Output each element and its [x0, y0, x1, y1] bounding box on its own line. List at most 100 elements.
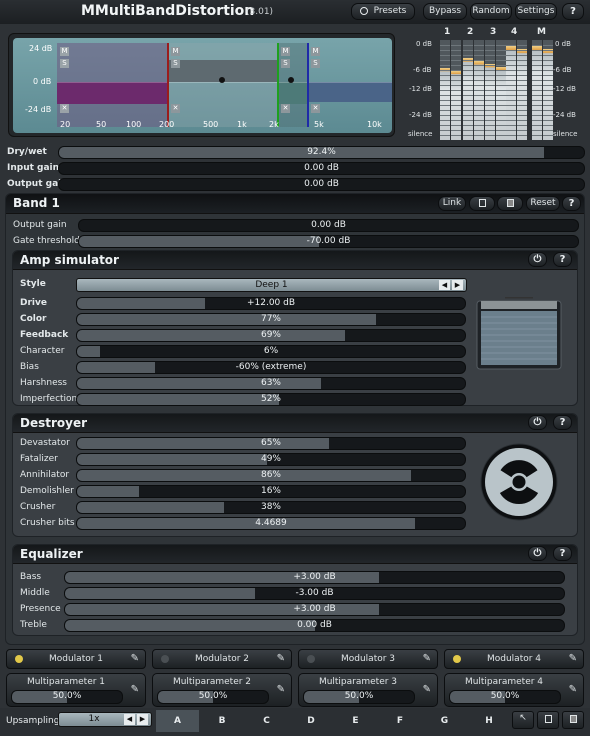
pencil-icon[interactable]: ✎ — [131, 683, 139, 696]
destroyer-slider[interactable]: 86% — [76, 469, 466, 482]
paste-button[interactable] — [497, 196, 523, 211]
amp-slider[interactable]: 63% — [76, 377, 466, 390]
presets-button[interactable]: Presets — [351, 3, 415, 20]
meter-segment — [506, 95, 516, 96]
meter-segment — [451, 55, 461, 56]
preset-slot-e[interactable]: E — [334, 710, 377, 732]
destroyer-slider[interactable]: 16% — [76, 485, 466, 498]
band-divider-2[interactable] — [277, 43, 279, 127]
destroyer-row: Annihilator 86% — [20, 469, 466, 482]
amp-slider[interactable]: 6% — [76, 345, 466, 358]
destroyer-slider[interactable]: 4.4689 — [76, 517, 466, 530]
meter-segment — [451, 90, 461, 91]
amp-slider[interactable]: 69% — [76, 329, 466, 342]
copy-preset-button[interactable] — [537, 711, 559, 729]
help-button[interactable]: ? — [562, 3, 584, 20]
amp-slider[interactable]: -60% (extreme) — [76, 361, 466, 374]
band-1-mute-icon[interactable]: M — [60, 47, 69, 56]
band-3-solo-icon[interactable]: S — [281, 59, 290, 68]
modulator-1-button[interactable]: Modulator 1 ✎ — [6, 649, 146, 669]
equalizer-slider[interactable]: +3.00 dB — [64, 571, 565, 584]
paste-preset-button[interactable] — [562, 711, 584, 729]
meter-segment — [474, 95, 484, 96]
style-prev-icon[interactable]: ◀ — [439, 280, 450, 290]
multiparameter-slider[interactable]: 50.0% — [11, 690, 123, 704]
equalizer-slider[interactable]: +3.00 dB — [64, 603, 565, 616]
pencil-icon[interactable]: ✎ — [423, 683, 431, 696]
upsampling-next-icon[interactable]: ▶ — [137, 714, 148, 725]
reset-button[interactable]: Reset — [526, 196, 560, 211]
amp-power-button[interactable]: ⏻ — [528, 252, 547, 267]
preset-slot-c[interactable]: C — [245, 710, 288, 732]
pencil-icon[interactable]: ✎ — [569, 650, 577, 668]
style-selector[interactable]: Deep 1 ◀ ▶ — [76, 278, 467, 292]
band-2-remove-icon[interactable]: ✕ — [171, 104, 180, 113]
meter-segment — [496, 80, 506, 81]
random-button[interactable]: Random — [470, 3, 512, 20]
band-help-button[interactable]: ? — [562, 196, 581, 211]
band-divider-3[interactable] — [307, 43, 309, 127]
band-3-mute-icon[interactable]: M — [281, 47, 290, 56]
upsampling-prev-icon[interactable]: ◀ — [124, 714, 135, 725]
destroyer-slider[interactable]: 38% — [76, 501, 466, 514]
band-4-solo-icon[interactable]: S — [311, 59, 320, 68]
band-4-remove-icon[interactable]: ✕ — [311, 104, 320, 113]
link-button[interactable]: Link — [438, 196, 466, 211]
band-2-solo-icon[interactable]: S — [171, 59, 180, 68]
pencil-icon[interactable]: ✎ — [569, 683, 577, 696]
amp-help-button[interactable]: ? — [553, 252, 572, 267]
copy-button[interactable] — [469, 196, 495, 211]
amp-slider[interactable]: 52% — [76, 393, 466, 406]
band-4-mute-icon[interactable]: M — [311, 47, 320, 56]
modulator-2-button[interactable]: Modulator 2 ✎ — [152, 649, 292, 669]
multiparameter-slider[interactable]: 50.0% — [449, 690, 561, 704]
settings-button[interactable]: Settings — [515, 3, 557, 20]
multiparameter-slider[interactable]: 50.0% — [157, 690, 269, 704]
multiparameter-slider[interactable]: 50.0% — [303, 690, 415, 704]
preset-slot-h[interactable]: H — [468, 710, 511, 732]
band-1-solo-icon[interactable]: S — [60, 59, 69, 68]
equalizer-slider[interactable]: -3.00 dB — [64, 587, 565, 600]
band-2-mute-icon[interactable]: M — [171, 47, 180, 56]
pencil-icon[interactable]: ✎ — [277, 683, 285, 696]
global-slider[interactable]: 0.00 dB — [58, 162, 585, 175]
meter-segment — [451, 115, 461, 116]
style-next-icon[interactable]: ▶ — [452, 280, 463, 290]
equalizer-label: Middle — [20, 588, 50, 598]
equalizer-row: Middle -3.00 dB — [20, 587, 565, 600]
meter-scale-left: -6 dB — [413, 66, 432, 74]
pointer-tool-button[interactable]: ↖ — [512, 711, 534, 729]
preset-slot-b[interactable]: B — [201, 710, 244, 732]
preset-slot-a[interactable]: A — [156, 710, 199, 732]
destroyer-slider[interactable]: 49% — [76, 453, 466, 466]
bypass-button[interactable]: Bypass — [423, 3, 467, 20]
upsampling-selector[interactable]: 1x ◀ ▶ — [58, 712, 152, 727]
preset-slot-g[interactable]: G — [423, 710, 466, 732]
band-slider[interactable]: 0.00 dB — [78, 219, 579, 232]
band-display[interactable]: M S ✕ M S ✕ M S ✕ M S ✕ 24 dB 0 dB -24 d… — [13, 38, 392, 133]
destroyer-slider[interactable]: 65% — [76, 437, 466, 450]
destroyer-help-button[interactable]: ? — [553, 415, 572, 430]
modulator-4-button[interactable]: Modulator 4 ✎ — [444, 649, 584, 669]
equalizer-slider[interactable]: 0.00 dB — [64, 619, 565, 632]
global-slider[interactable]: 0.00 dB — [58, 178, 585, 191]
band-3-handle[interactable] — [288, 77, 294, 83]
global-slider[interactable]: 92.4% — [58, 146, 585, 159]
band-3-remove-icon[interactable]: ✕ — [281, 104, 290, 113]
amp-slider[interactable]: 77% — [76, 313, 466, 326]
preset-slot-d[interactable]: D — [290, 710, 333, 732]
meter-segment — [506, 85, 516, 86]
preset-slot-f[interactable]: F — [379, 710, 422, 732]
band-1-remove-icon[interactable]: ✕ — [60, 104, 69, 113]
destroyer-power-button[interactable]: ⏻ — [528, 415, 547, 430]
band-2-handle[interactable] — [219, 77, 225, 83]
equalizer-power-button[interactable]: ⏻ — [528, 546, 547, 561]
pencil-icon[interactable]: ✎ — [277, 650, 285, 668]
pencil-icon[interactable]: ✎ — [423, 650, 431, 668]
amp-slider[interactable]: +12.00 dB — [76, 297, 466, 310]
band-slider[interactable]: -70.00 dB — [78, 235, 579, 248]
pencil-icon[interactable]: ✎ — [131, 650, 139, 668]
band-divider-1[interactable] — [167, 43, 169, 127]
equalizer-help-button[interactable]: ? — [553, 546, 572, 561]
modulator-3-button[interactable]: Modulator 3 ✎ — [298, 649, 438, 669]
